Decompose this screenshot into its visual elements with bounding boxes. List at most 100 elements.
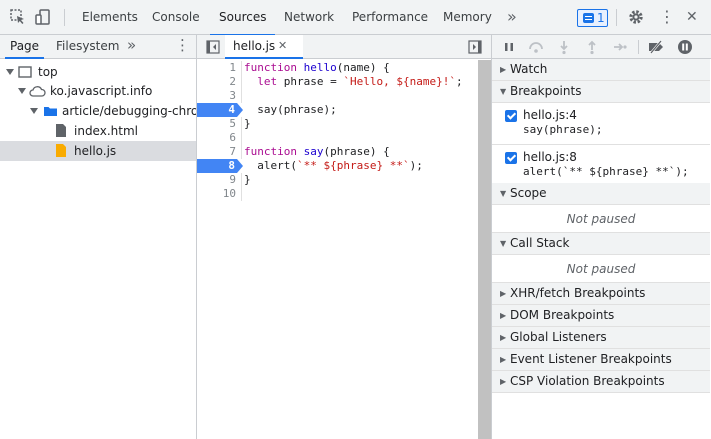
line-number[interactable]: 4 [197, 103, 243, 117]
tree-item-top[interactable]: top [0, 62, 196, 82]
breakpoint-code: alert(`** ${phrase} **`); [523, 165, 689, 178]
close-tab-icon[interactable]: ✕ [278, 35, 287, 57]
collapsed-arrow-icon: ▶ [500, 355, 507, 364]
tree-item-file-selected[interactable]: hello.js [0, 141, 196, 161]
collapsed-arrow-icon: ▶ [500, 311, 507, 320]
pause-on-exceptions-icon[interactable] [677, 39, 693, 55]
tree-item-file[interactable]: index.html [0, 121, 196, 141]
section-title: Breakpoints [510, 84, 582, 98]
file-icon [56, 124, 66, 137]
toolbar-divider [616, 9, 617, 26]
tab-elements[interactable]: Elements [82, 0, 138, 35]
step-out-icon[interactable] [584, 39, 600, 55]
code-text: say(phrase); [244, 103, 337, 116]
section-dom-breakpoints[interactable]: ▶ DOM Breakpoints [492, 305, 710, 327]
more-navigators-button[interactable]: » [127, 35, 136, 58]
file-tab-hello-js[interactable]: hello.js ✕ [225, 35, 303, 59]
line-number[interactable]: 10 [199, 187, 236, 201]
code-line[interactable]: 9} [197, 173, 491, 187]
folder-icon [44, 107, 57, 116]
close-icon[interactable]: ✕ [686, 0, 698, 35]
navigator-menu-icon[interactable]: ⋮ [175, 35, 190, 58]
line-number[interactable]: 7 [199, 145, 236, 159]
issues-badge[interactable]: 1 [577, 9, 608, 27]
section-xhr-breakpoints[interactable]: ▶ XHR/fetch Breakpoints [492, 283, 710, 305]
frame-icon [18, 66, 32, 78]
tab-filesystem[interactable]: Filesystem [56, 35, 119, 58]
toggle-navigator-icon[interactable] [206, 40, 220, 54]
line-number[interactable]: 1 [199, 61, 236, 75]
section-csp-violation-breakpoints[interactable]: ▶ CSP Violation Breakpoints [492, 371, 710, 393]
line-number[interactable]: 5 [199, 117, 236, 131]
tree-item-label: hello.js [74, 144, 117, 158]
tree-item-folder[interactable]: article/debugging-chrom [0, 101, 196, 121]
collapsed-arrow-icon: ▶ [500, 289, 507, 298]
section-title: Watch [510, 62, 548, 76]
tab-performance[interactable]: Performance [352, 0, 428, 35]
line-number[interactable]: 2 [199, 75, 236, 89]
code-editor[interactable]: 1 function hello(name) { 2 let phrase = `… [197, 61, 491, 201]
step-icon[interactable] [612, 39, 628, 55]
code-line[interactable]: 6 [197, 131, 491, 145]
code-line[interactable]: 3 [197, 89, 491, 103]
navigator-tabs: Page Filesystem » ⋮ [0, 35, 196, 59]
section-watch[interactable]: ▶ Watch [492, 59, 710, 81]
toggle-debugger-icon[interactable] [468, 40, 482, 54]
code-line-breakpoint[interactable]: 4 say(phrase); [197, 103, 491, 117]
code-line[interactable]: 10 [197, 187, 491, 201]
section-title: DOM Breakpoints [510, 308, 615, 322]
code-line-breakpoint[interactable]: 8 alert(`** ${phrase} **`); [197, 159, 491, 173]
line-number[interactable]: 8 [197, 159, 243, 173]
expanded-arrow-icon: ▼ [500, 189, 507, 198]
step-into-icon[interactable] [556, 39, 572, 55]
more-options-icon[interactable]: ⋮ [659, 0, 675, 35]
code-line[interactable]: 7 function say(phrase) { [197, 145, 491, 159]
inspect-element-icon[interactable] [9, 8, 27, 26]
breakpoint-checkbox[interactable] [505, 152, 517, 164]
cloud-icon [29, 86, 46, 97]
breakpoint-item[interactable]: hello.js:4 say(phrase); [492, 103, 710, 145]
device-toolbar-icon[interactable] [34, 8, 52, 26]
section-title: Global Listeners [510, 330, 607, 344]
deactivate-breakpoints-icon[interactable] [648, 39, 664, 55]
tree-item-domain[interactable]: ko.javascript.info [0, 81, 196, 101]
breakpoint-item[interactable]: hello.js:8 alert(`** ${phrase} **`); [492, 145, 710, 187]
toolbar-divider [638, 40, 639, 54]
section-breakpoints[interactable]: ▼ Breakpoints [492, 81, 710, 103]
more-tabs-button[interactable]: » [507, 0, 517, 35]
code-line[interactable]: 2 let phrase = `Hello, ${name}!`; [197, 75, 491, 89]
file-tab-label: hello.js [233, 39, 276, 53]
breakpoint-location: hello.js:8 [523, 150, 577, 164]
section-event-listener-breakpoints[interactable]: ▶ Event Listener Breakpoints [492, 349, 710, 371]
section-global-listeners[interactable]: ▶ Global Listeners [492, 327, 710, 349]
expand-arrow-icon[interactable] [18, 88, 26, 94]
editor-scrollbar[interactable] [478, 60, 491, 439]
step-over-icon[interactable] [528, 39, 544, 55]
scope-status: Not paused [492, 205, 710, 233]
debugger-panel: ▶ Watch ▼ Breakpoints hello.js:4 say(phr… [491, 35, 711, 439]
section-call-stack[interactable]: ▼ Call Stack [492, 233, 710, 255]
code-line[interactable]: 1 function hello(name) { [197, 61, 491, 75]
tab-sources[interactable]: Sources [209, 0, 277, 36]
breakpoint-code: say(phrase); [523, 123, 603, 136]
code-line[interactable]: 5} [197, 117, 491, 131]
breakpoint-checkbox[interactable] [505, 110, 517, 122]
section-title: Call Stack [510, 236, 570, 250]
section-title: Event Listener Breakpoints [510, 352, 672, 366]
tab-memory[interactable]: Memory [443, 0, 492, 35]
pause-icon[interactable] [501, 39, 517, 55]
line-number[interactable]: 6 [199, 131, 236, 145]
expand-arrow-icon[interactable] [6, 69, 14, 75]
gear-icon[interactable] [627, 8, 645, 26]
tab-console[interactable]: Console [152, 0, 200, 35]
collapsed-arrow-icon: ▶ [500, 377, 507, 386]
line-number[interactable]: 3 [199, 89, 236, 103]
section-scope[interactable]: ▼ Scope [492, 183, 710, 205]
code-text: function say(phrase) { [244, 145, 390, 158]
tab-page[interactable]: Page [4, 35, 45, 59]
tab-network[interactable]: Network [284, 0, 334, 35]
line-number[interactable]: 9 [199, 173, 236, 187]
code-text: } [244, 173, 251, 186]
tree-item-label: ko.javascript.info [50, 84, 153, 98]
expand-arrow-icon[interactable] [30, 108, 38, 114]
